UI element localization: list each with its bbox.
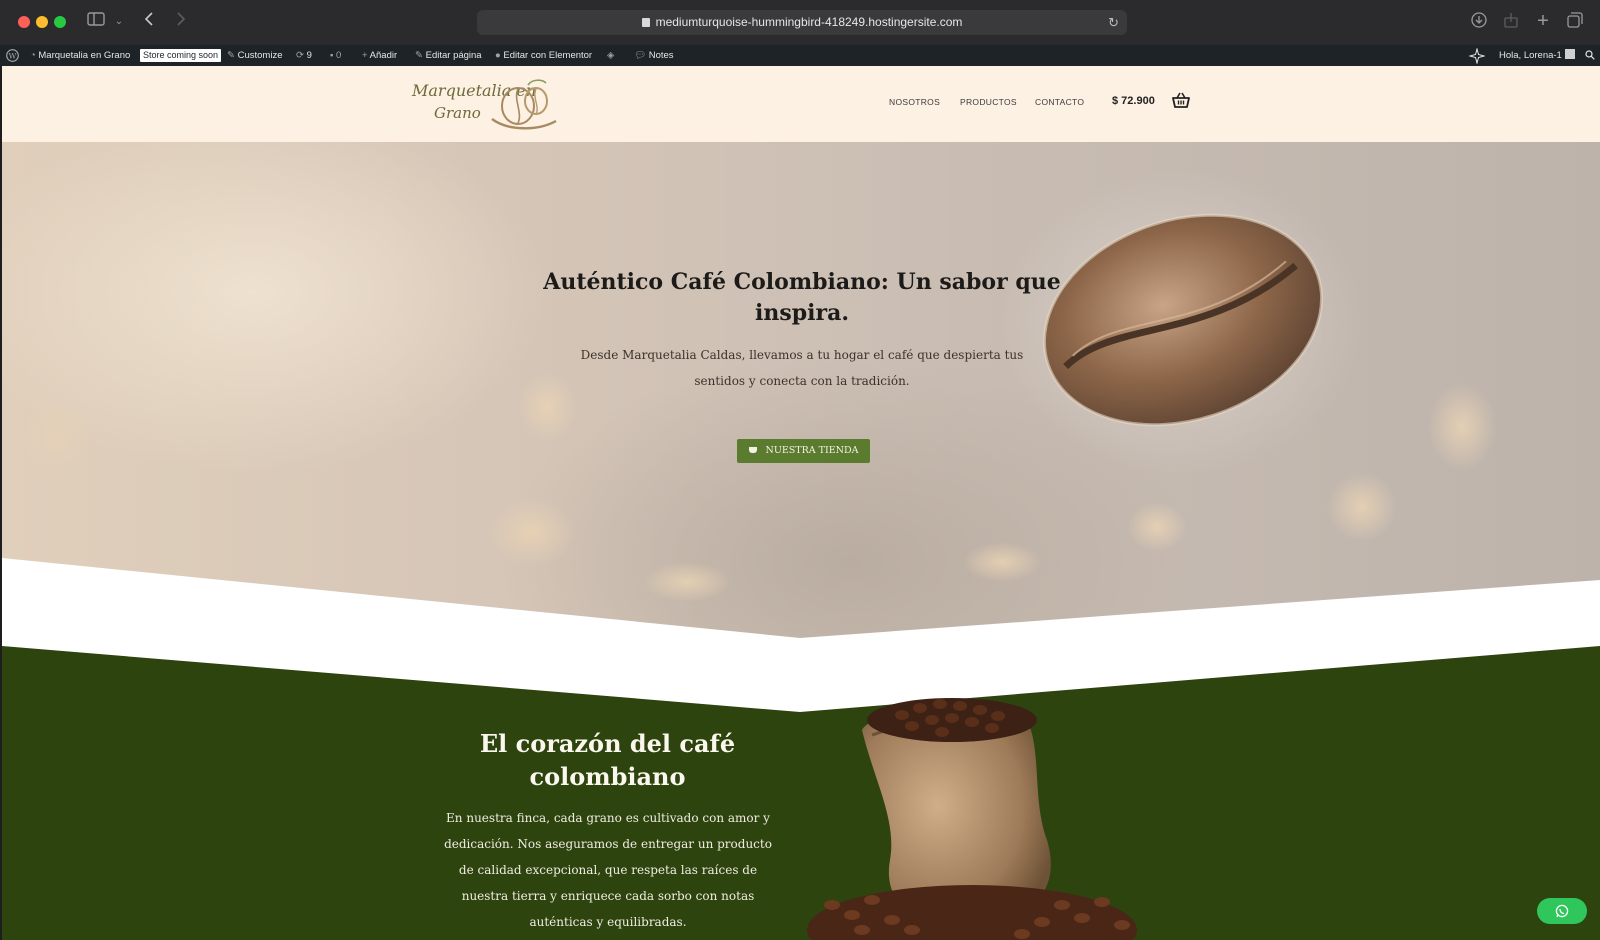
notes-link[interactable]: 💬︎ Notes — [634, 45, 674, 66]
about-section — [2, 642, 1600, 940]
nav-contacto[interactable]: CONTACTO — [1035, 97, 1084, 107]
comments-link[interactable]: ▪ 0 — [330, 45, 341, 66]
chevron-down-icon[interactable]: ⌄ — [112, 12, 126, 32]
blurred-bean — [1327, 472, 1397, 542]
forward-icon[interactable] — [172, 12, 190, 32]
nav-productos[interactable]: PRODUCTOS — [960, 97, 1017, 107]
download-icon[interactable] — [1469, 12, 1489, 32]
whatsapp-icon — [1555, 904, 1569, 918]
store-status-badge[interactable]: Store coming soon — [140, 49, 222, 62]
blurred-bean — [642, 562, 732, 602]
edit-page-link[interactable]: ✎ Editar página — [415, 45, 482, 66]
back-icon[interactable] — [140, 12, 158, 32]
speech-bubble-icon: 💬︎ — [634, 50, 649, 61]
whatsapp-button[interactable] — [1537, 898, 1587, 924]
cart-total[interactable]: $ 72.900 — [1112, 95, 1155, 107]
hero-title: Auténtico Café Colombiano: Un sabor que … — [543, 269, 1061, 326]
add-new-link[interactable]: + Añadir — [362, 45, 397, 66]
new-tab-icon[interactable]: + — [1533, 11, 1553, 32]
blurred-bean — [487, 497, 577, 567]
tab-overview-icon[interactable] — [1565, 12, 1585, 32]
nav-nosotros[interactable]: NOSOTROS — [889, 97, 940, 107]
coffee-cup-icon — [748, 447, 757, 453]
pencil-icon: ✎ — [415, 50, 426, 61]
hero-section: Auténtico Café Colombiano: Un sabor que … — [2, 142, 1600, 642]
minimize-window-button[interactable] — [36, 16, 48, 28]
share-icon[interactable] — [1501, 12, 1521, 32]
shop-button[interactable]: NUESTRA TIENDA — [737, 439, 870, 463]
site-header: Marquetalia en Grano NOSOTROS PRODUCTOS … — [2, 66, 1600, 142]
site-logo[interactable]: Marquetalia en Grano — [410, 75, 560, 133]
edit-elementor-link[interactable]: ● Editar con Elementor — [495, 45, 592, 66]
coffee-sack-image — [807, 698, 1137, 940]
shopping-basket-icon[interactable] — [1172, 92, 1190, 108]
maximize-window-button[interactable] — [54, 16, 66, 28]
plus-icon: + — [362, 50, 370, 61]
coffee-leaf-icon — [491, 79, 557, 130]
blurred-bean — [22, 402, 92, 472]
search-icon[interactable] — [1585, 45, 1595, 68]
close-window-button[interactable] — [18, 16, 30, 28]
blurred-bean — [962, 542, 1042, 582]
about-title: El corazón del café colombiano — [479, 729, 736, 791]
browser-toolbar: ⌄ mediumturquoise-hummingbird-418249.hos… — [0, 0, 1600, 45]
brush-icon: ✎ — [227, 50, 238, 61]
site-name-link[interactable]: ◔ Marquetalia en Grano — [30, 45, 130, 66]
blurred-bean — [1127, 502, 1187, 552]
url-text: mediumturquoise-hummingbird-418249.hosti… — [655, 15, 963, 29]
customize-link[interactable]: ✎ Customize — [227, 45, 282, 66]
updates-link[interactable]: ⟳ 9 — [296, 45, 312, 66]
address-bar[interactable]: mediumturquoise-hummingbird-418249.hosti… — [477, 10, 1127, 35]
user-greeting[interactable]: Hola, Lorena-1 — [1499, 45, 1575, 66]
refresh-icon: ⟳ — [296, 50, 307, 61]
avatar — [1564, 49, 1575, 59]
sidebar-toggle-icon[interactable] — [86, 12, 106, 32]
lock-icon — [641, 18, 650, 27]
svg-text:W: W — [9, 51, 17, 60]
wp-admin-bar: W ◔ Marquetalia en Grano Store coming so… — [0, 45, 1600, 66]
reload-icon[interactable]: ↻ — [1108, 10, 1119, 35]
hero-subtitle: Desde Marquetalia Caldas, llevamos a tu … — [580, 348, 1024, 388]
blurred-bean — [1427, 382, 1497, 472]
about-text: En nuestra finca, cada grano es cultivad… — [444, 811, 772, 929]
diamond-icon[interactable]: ◈ — [607, 45, 614, 66]
